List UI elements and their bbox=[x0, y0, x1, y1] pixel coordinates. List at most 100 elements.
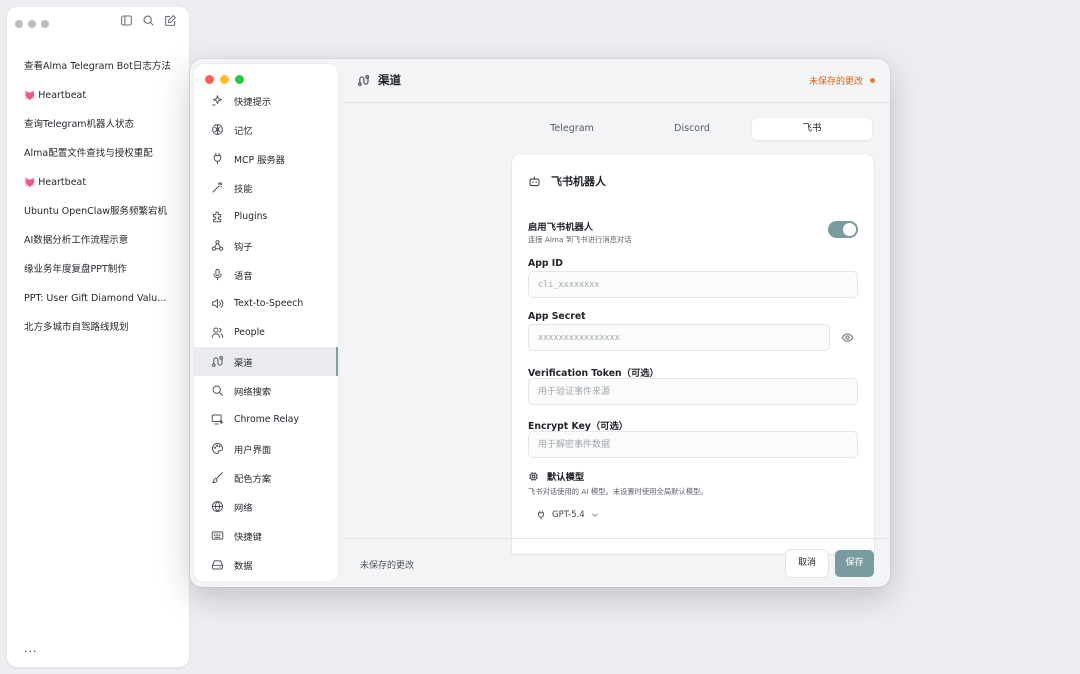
heart-icon: 💓 bbox=[24, 178, 36, 188]
sidebar-item[interactable]: Text-to-Speech bbox=[194, 289, 338, 318]
sidebar-item[interactable]: 配色方案 bbox=[194, 463, 338, 492]
settings-main: 渠道 未保存的更改 Telegram Discord 飞书 飞书机器人 启用飞书机器… bbox=[342, 59, 890, 587]
sidebar-item-label: 渠道 bbox=[234, 357, 253, 369]
sidebar-item[interactable]: 数据 bbox=[194, 550, 338, 579]
route-icon bbox=[212, 356, 223, 367]
chat-title: 北方多城市自驾路线规划 bbox=[24, 322, 129, 333]
chat-list-window: 查看Alma Telegram Bot日志方法 💓 Heartbeat 查询Teleg… bbox=[7, 7, 189, 667]
plug-icon bbox=[213, 152, 222, 165]
sidebar-item[interactable]: Chrome Relay bbox=[194, 405, 338, 434]
plug-icon bbox=[538, 510, 544, 520]
sidebar-item-label: MCP 服务器 bbox=[234, 154, 285, 166]
chat-title: 查看Alma Telegram Bot日志方法 bbox=[24, 61, 171, 72]
sidebar-item-label: 记忆 bbox=[234, 125, 253, 137]
default-model-description: 飞书对话使用的 AI 模型。未设置时使用全局默认模型。 bbox=[528, 487, 708, 496]
sidebar-item[interactable]: 用户界面 bbox=[194, 434, 338, 463]
app-id-input[interactable] bbox=[528, 271, 858, 298]
chat-title: 查询Telegram机器人状态 bbox=[24, 119, 135, 130]
sidebar-item[interactable]: MCP 服务器 bbox=[194, 144, 338, 173]
zoom-dot[interactable] bbox=[41, 20, 49, 28]
sidebar-item-label: People bbox=[234, 327, 265, 338]
chat-history-list: 查看Alma Telegram Bot日志方法 💓 Heartbeat 查询Teleg… bbox=[24, 52, 185, 342]
speaker-icon bbox=[212, 298, 224, 309]
verification-token-input[interactable] bbox=[528, 378, 858, 405]
route-icon bbox=[358, 74, 369, 86]
sidebar-item-label: 快捷提示 bbox=[234, 96, 272, 108]
enable-description: 连接 Alma 到飞书进行消息对话 bbox=[528, 235, 632, 244]
minimize-dot[interactable] bbox=[28, 20, 36, 28]
window-controls bbox=[15, 20, 49, 28]
sidebar-item-label: 配色方案 bbox=[234, 473, 272, 485]
channel-tabs: Telegram Discord 飞书 bbox=[512, 118, 872, 140]
zoom-button[interactable] bbox=[235, 75, 244, 84]
verification-token-label: Verification Token（可选） bbox=[528, 368, 659, 379]
feishu-bot-card: 飞书机器人 启用飞书机器人 连接 Alma 到飞书进行消息对话 App ID A… bbox=[512, 154, 874, 554]
page-title: 渠道 bbox=[378, 73, 401, 87]
save-button[interactable]: 保存 bbox=[835, 550, 874, 577]
channel-tab[interactable]: 飞书 bbox=[752, 118, 872, 140]
model-select[interactable]: GPT-5.4 bbox=[536, 510, 599, 520]
eye-icon[interactable] bbox=[841, 331, 854, 344]
app-secret-input[interactable] bbox=[528, 324, 830, 351]
card-header: 飞书机器人 bbox=[528, 173, 606, 189]
encrypt-key-input[interactable] bbox=[528, 431, 858, 458]
palette-icon bbox=[212, 442, 224, 455]
chat-list-item[interactable]: 查看Alma Telegram Bot日志方法 bbox=[24, 52, 185, 81]
sidebar-item[interactable]: 网络 bbox=[194, 492, 338, 521]
chat-list-item[interactable]: 💓 Heartbeat bbox=[24, 81, 185, 110]
close-dot[interactable] bbox=[15, 20, 23, 28]
sidebar-item-label: Plugins bbox=[234, 211, 268, 222]
more-icon[interactable]: ... bbox=[24, 642, 38, 655]
enable-feishu-toggle[interactable] bbox=[828, 221, 858, 238]
close-button[interactable] bbox=[205, 75, 214, 84]
minimize-button[interactable] bbox=[220, 75, 229, 84]
new-chat-icon[interactable] bbox=[164, 14, 177, 27]
channel-tab[interactable]: Telegram bbox=[512, 118, 632, 140]
sidebar-item[interactable]: 网络搜索 bbox=[194, 376, 338, 405]
chat-list-item[interactable]: Alma配置文件查找与授权重配 bbox=[24, 139, 185, 168]
chat-list-item[interactable]: AI数据分析工作流程示意 bbox=[24, 226, 185, 255]
sidebar-toggle-icon[interactable] bbox=[120, 14, 133, 27]
selected-model: GPT-5.4 bbox=[552, 510, 585, 520]
search-icon bbox=[212, 385, 223, 396]
footer-divider bbox=[342, 538, 890, 539]
sidebar-item[interactable]: 钩子 bbox=[194, 231, 338, 260]
sidebar-item[interactable]: 快捷键 bbox=[194, 521, 338, 550]
unsaved-indicator: 未保存的更改 bbox=[809, 74, 875, 87]
channel-tab[interactable]: Discord bbox=[632, 118, 752, 140]
chat-title: Alma配置文件查找与授权重配 bbox=[24, 148, 153, 159]
chat-title: Heartbeat bbox=[38, 177, 87, 188]
webhook-icon bbox=[211, 240, 224, 251]
chat-list-item[interactable]: PPT: User Gift Diamond Valu... bbox=[24, 284, 185, 313]
sparkle-icon bbox=[212, 95, 223, 106]
chat-list-item[interactable]: 💓 Heartbeat bbox=[24, 168, 185, 197]
puzzle-icon bbox=[212, 211, 222, 223]
footer-unsaved-status: 未保存的更改 bbox=[360, 561, 415, 571]
chat-list-item[interactable]: Ubuntu OpenClaw服务频繁宕机 bbox=[24, 197, 185, 226]
sidebar-item[interactable]: 技能 bbox=[194, 173, 338, 202]
sidebar-item[interactable]: People bbox=[194, 318, 338, 347]
enable-label: 启用飞书机器人 bbox=[528, 222, 594, 233]
chat-list-item[interactable]: 缘业务年度复盘PPT制作 bbox=[24, 255, 185, 284]
sidebar-item[interactable]: 语音 bbox=[194, 260, 338, 289]
sidebar-item[interactable]: 记忆 bbox=[194, 115, 338, 144]
chat-list-item[interactable]: 北方多城市自驾路线规划 bbox=[24, 313, 185, 342]
sidebar-item[interactable]: Plugins bbox=[194, 202, 338, 231]
people-icon bbox=[211, 327, 224, 338]
cancel-button[interactable]: 取消 bbox=[786, 550, 828, 577]
sidebar-item-label: 钩子 bbox=[234, 241, 253, 253]
heart-icon: 💓 bbox=[24, 91, 36, 101]
sidebar-item-label: 技能 bbox=[234, 183, 253, 195]
sidebar-item-label: 网络 bbox=[234, 502, 253, 514]
sidebar-item[interactable]: 渠道 bbox=[194, 347, 338, 376]
sidebar-item-label: 快捷键 bbox=[234, 531, 262, 543]
chat-title: PPT: User Gift Diamond Valu... bbox=[24, 293, 167, 304]
chat-title: Ubuntu OpenClaw服务频繁宕机 bbox=[24, 206, 168, 217]
app-secret-label: App Secret bbox=[528, 311, 586, 322]
mic-icon bbox=[213, 268, 222, 281]
sidebar-item-label: Text-to-Speech bbox=[234, 298, 304, 309]
settings-nav: 快捷提示记忆 MCP 服务器 技能 Plugins 钩子语音 Text-to-Speech… bbox=[194, 86, 338, 579]
brain-icon bbox=[212, 124, 223, 135]
chat-list-item[interactable]: 查询Telegram机器人状态 bbox=[24, 110, 185, 139]
search-icon[interactable] bbox=[142, 14, 155, 27]
